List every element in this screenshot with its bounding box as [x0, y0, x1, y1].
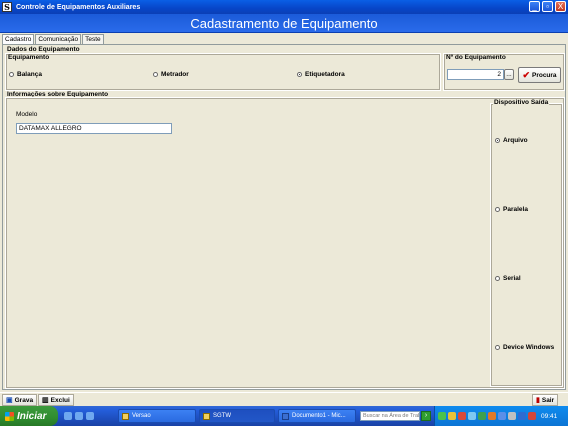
radio-dot: [153, 72, 158, 77]
procura-button[interactable]: ✔ Procura: [518, 67, 561, 83]
save-icon: ▣: [6, 397, 13, 404]
desktop-search-input[interactable]: Buscar na Área de Trabalho: [360, 411, 420, 421]
show-desktop-icon[interactable]: [75, 412, 83, 420]
windows-flag-icon: [5, 411, 14, 421]
radio-label: Device Windows: [503, 344, 555, 351]
checkmark-icon: ✔: [522, 69, 530, 80]
radio-label: Serial: [503, 275, 521, 282]
modelo-input[interactable]: DATAMAX ALLEGRO: [16, 123, 172, 134]
task-documento[interactable]: Documento1 - Mic...: [278, 409, 356, 423]
exclui-label: Exclui: [50, 396, 70, 404]
tray-icon[interactable]: [498, 412, 506, 420]
clock[interactable]: 09:41: [541, 413, 557, 420]
tray-icon[interactable]: [438, 412, 446, 420]
radio-balanca[interactable]: Balança: [9, 71, 42, 78]
taskbar: Iniciar Versao SGTW Documento1 - Mic... …: [0, 406, 568, 426]
radio-dot: [495, 138, 500, 143]
header-banner: Cadastramento de Equipamento: [0, 14, 568, 33]
folder-icon: [122, 412, 129, 420]
grava-button[interactable]: ▣ Grava: [2, 394, 38, 406]
word-icon: [282, 412, 289, 420]
radio-dot: [297, 72, 302, 77]
tray-icon[interactable]: [458, 412, 466, 420]
app-letter-icon[interactable]: S: [2, 2, 12, 12]
tab-panel: Dados do Equipamento Equipamento Balança…: [2, 44, 566, 390]
exclui-button[interactable]: ▥ Exclui: [38, 394, 74, 406]
window-title: Controle de Equipamentos Auxiliares: [16, 3, 141, 11]
tab-teste[interactable]: Teste: [82, 34, 104, 44]
grava-label: Grava: [14, 396, 34, 404]
tray-icon[interactable]: [468, 412, 476, 420]
radio-serial[interactable]: Serial: [495, 275, 521, 282]
maximize-button[interactable]: ▫: [542, 1, 553, 12]
radio-device-windows[interactable]: Device Windows: [495, 344, 554, 351]
procura-label: Procura: [531, 71, 557, 79]
sair-button[interactable]: ▮ Sair: [532, 394, 559, 406]
tray-icon[interactable]: [448, 412, 456, 420]
tray-icon[interactable]: [488, 412, 496, 420]
bottom-toolbar: ▣ Grava ▥ Exclui ▮ Sair: [0, 392, 568, 406]
page-title: Cadastramento de Equipamento: [190, 15, 378, 31]
task-sgtw[interactable]: SGTW: [199, 409, 275, 423]
minimize-button[interactable]: _: [529, 1, 540, 12]
trash-icon: ▥: [42, 397, 49, 404]
info-frame: [5, 97, 565, 389]
tray-icon[interactable]: [528, 412, 536, 420]
radio-label: Paralela: [503, 206, 528, 213]
quick-launch: [64, 412, 94, 420]
sair-label: Sair: [541, 396, 555, 404]
start-button[interactable]: Iniciar: [0, 406, 58, 426]
tab-strip: Cadastro Comunicação Teste: [2, 34, 105, 45]
radio-dot: [495, 276, 500, 281]
radio-dot: [495, 345, 500, 350]
exit-door-icon: ▮: [536, 397, 540, 404]
ellipsis-button[interactable]: ...: [504, 69, 514, 80]
task-label: Documento1 - Mic...: [292, 413, 346, 419]
tray-icon[interactable]: [508, 412, 516, 420]
ie-icon[interactable]: [64, 412, 72, 420]
task-versao[interactable]: Versao: [118, 409, 196, 423]
search-go-button[interactable]: ›: [421, 411, 431, 421]
radio-label: Balança: [17, 71, 42, 78]
modelo-label: Modelo: [16, 111, 38, 118]
radio-dot: [9, 72, 14, 77]
radio-label: Etiquetadora: [305, 71, 345, 78]
radio-label: Metrador: [161, 71, 189, 78]
tray-icon[interactable]: [478, 412, 486, 420]
radio-label: Arquivo: [503, 137, 528, 144]
radio-paralela[interactable]: Paralela: [495, 206, 528, 213]
numero-input[interactable]: 2: [447, 69, 504, 80]
equipamento-frame: [5, 53, 441, 91]
title-bar[interactable]: S Controle de Equipamentos Auxiliares _ …: [0, 0, 568, 14]
dados-group-title: Dados do Equipamento: [7, 46, 80, 53]
close-button[interactable]: X: [555, 1, 566, 12]
task-label: SGTW: [213, 413, 231, 419]
dispositivo-title: Dispositivo Saída: [493, 99, 550, 106]
explorer-icon[interactable]: [86, 412, 94, 420]
tray-icon[interactable]: [518, 412, 526, 420]
start-label: Iniciar: [17, 410, 47, 422]
system-tray: 09:41: [434, 406, 568, 426]
radio-etiquetadora[interactable]: Etiquetadora: [297, 71, 345, 78]
equipamento-label: Equipamento: [8, 54, 50, 61]
numero-label: Nº do Equipamento: [446, 54, 506, 61]
radio-arquivo[interactable]: Arquivo: [495, 137, 528, 144]
app-icon: [203, 412, 210, 420]
radio-metrador[interactable]: Metrador: [153, 71, 189, 78]
task-label: Versao: [132, 413, 151, 419]
tab-comunicacao[interactable]: Comunicação: [35, 34, 82, 44]
radio-dot: [495, 207, 500, 212]
